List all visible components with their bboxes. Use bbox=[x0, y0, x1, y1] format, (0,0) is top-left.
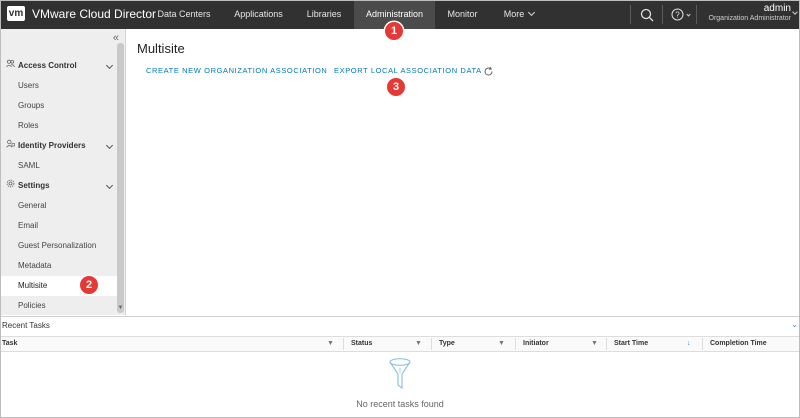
column-header-start-time[interactable]: Start Time bbox=[614, 337, 648, 351]
sidebar-item-multisite[interactable]: Multisite bbox=[0, 276, 118, 296]
refresh-button[interactable] bbox=[483, 64, 494, 82]
nav-label: Monitor bbox=[447, 9, 478, 19]
column-divider bbox=[702, 338, 703, 350]
column-header-status[interactable]: Status bbox=[351, 337, 372, 351]
expand-tasks-icon[interactable]: ⌄ bbox=[791, 320, 798, 329]
column-divider bbox=[515, 338, 516, 350]
sidebar-item-general[interactable]: General bbox=[0, 196, 118, 216]
id-icon bbox=[6, 136, 16, 156]
tasks-table-header: Task ▼ Status ▼ Type ▼ Initiator ▼ Start… bbox=[0, 336, 800, 352]
sidebar-group-label: Access Control bbox=[18, 61, 77, 70]
column-header-task[interactable]: Task bbox=[2, 337, 17, 351]
nav-label: Administration bbox=[365, 9, 424, 19]
search-icon bbox=[640, 8, 654, 21]
empty-funnel-icon bbox=[388, 357, 412, 396]
nav-label: Data Centers bbox=[157, 9, 211, 19]
user-name: admin bbox=[763, 3, 791, 14]
filter-icon[interactable]: ▼ bbox=[591, 340, 598, 347]
sidebar-group-access-control[interactable]: Access Control bbox=[0, 56, 118, 76]
search-button[interactable] bbox=[633, 0, 661, 29]
callout-badge-3: 3 bbox=[387, 78, 405, 96]
sidebar-group-identity-providers[interactable]: Identity Providers bbox=[0, 136, 118, 156]
create-organization-association-link[interactable]: CREATE NEW ORGANIZATION ASSOCIATION bbox=[146, 66, 327, 75]
header-divider bbox=[662, 5, 663, 24]
chevron-down-icon bbox=[105, 141, 114, 150]
chevron-down-icon bbox=[528, 8, 536, 17]
column-header-completion-time[interactable]: Completion Time bbox=[710, 337, 767, 351]
sidebar-item-groups[interactable]: Groups bbox=[0, 96, 118, 116]
column-divider bbox=[343, 338, 344, 350]
sidebar-item-roles[interactable]: Roles bbox=[0, 116, 118, 136]
column-header-type[interactable]: Type bbox=[439, 337, 455, 351]
recent-tasks-title[interactable]: Recent Tasks bbox=[2, 321, 50, 330]
nav-label: Libraries bbox=[306, 9, 342, 19]
sidebar-item-saml[interactable]: SAML bbox=[0, 156, 118, 176]
scroll-down-icon[interactable]: ▼ bbox=[117, 305, 124, 311]
chevron-down-icon bbox=[105, 61, 114, 70]
nav-label: Applications bbox=[234, 9, 283, 19]
sidebar-group-label: Identity Providers bbox=[18, 141, 86, 150]
header-divider bbox=[630, 5, 631, 24]
nav-data-centers[interactable]: Data Centers bbox=[145, 0, 223, 29]
filter-icon[interactable]: ▼ bbox=[327, 340, 334, 347]
nav-libraries[interactable]: Libraries bbox=[294, 0, 354, 29]
export-association-data-link[interactable]: EXPORT LOCAL ASSOCIATION DATA bbox=[334, 66, 482, 75]
sidebar-item-policies[interactable]: Policies bbox=[0, 296, 118, 316]
column-header-initiator[interactable]: Initiator bbox=[523, 337, 549, 351]
nav-label: More bbox=[503, 9, 525, 19]
chevron-down-icon bbox=[685, 12, 691, 17]
help-icon: ? bbox=[671, 8, 683, 21]
sidebar-item-guest-personalization[interactable]: Guest Personalization bbox=[0, 236, 118, 256]
nav-monitor[interactable]: Monitor bbox=[435, 0, 490, 29]
sidebar-item-metadata[interactable]: Metadata bbox=[0, 256, 118, 276]
sidebar: « Access Control Users Groups Roles Iden… bbox=[0, 29, 126, 315]
filter-icon[interactable]: ▼ bbox=[498, 340, 505, 347]
nav-applications[interactable]: Applications bbox=[223, 0, 294, 29]
sort-descending-icon[interactable]: ↓ bbox=[687, 340, 691, 347]
callout-badge-2: 2 bbox=[80, 276, 98, 294]
chevron-down-icon bbox=[105, 181, 114, 190]
empty-state-message: No recent tasks found bbox=[356, 399, 444, 409]
svg-text:?: ? bbox=[675, 10, 680, 19]
refresh-icon bbox=[484, 66, 493, 76]
sidebar-scrollbar[interactable] bbox=[117, 43, 124, 313]
chevron-down-icon bbox=[792, 9, 798, 15]
filter-icon[interactable]: ▼ bbox=[415, 340, 422, 347]
sidebar-item-users[interactable]: Users bbox=[0, 76, 118, 96]
sidebar-group-label: Settings bbox=[18, 181, 50, 190]
column-divider bbox=[431, 338, 432, 350]
column-divider bbox=[606, 338, 607, 350]
app-title[interactable]: VMware Cloud Director bbox=[32, 0, 156, 29]
callout-badge-1: 1 bbox=[385, 22, 403, 40]
page-title: Multisite bbox=[137, 41, 185, 56]
vmware-logo[interactable]: vm bbox=[7, 6, 25, 21]
people-icon bbox=[6, 56, 16, 76]
sidebar-item-email[interactable]: Email bbox=[0, 216, 118, 236]
user-role: Organization Administrator bbox=[708, 15, 791, 22]
gear-icon bbox=[6, 176, 16, 196]
sidebar-group-settings[interactable]: Settings bbox=[0, 176, 118, 196]
nav-more[interactable]: More bbox=[490, 0, 548, 29]
